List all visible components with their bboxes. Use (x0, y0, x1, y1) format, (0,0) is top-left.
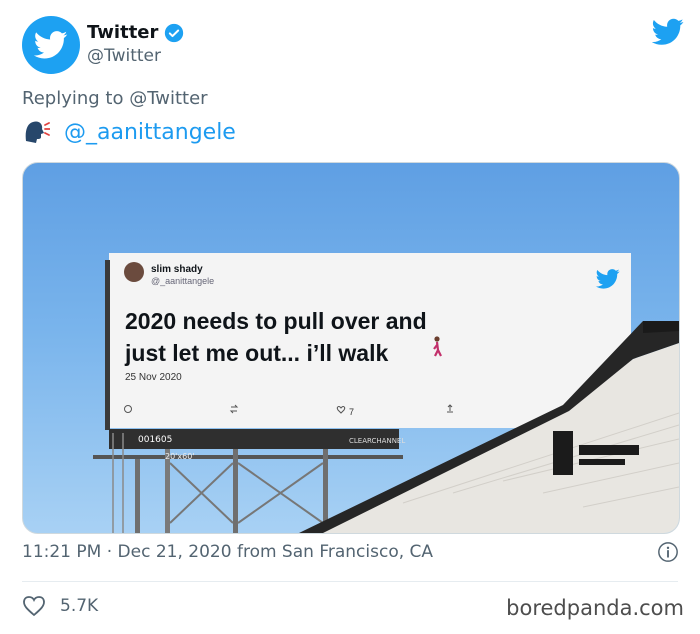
tweet-time: 11:21 PM (22, 542, 102, 562)
billboard-line-1: 2020 needs to pull over and (125, 308, 427, 334)
tweet-header: Twitter @Twitter (22, 16, 684, 76)
twitter-bird-icon (34, 31, 68, 59)
mention-link[interactable]: @_aanittangele (64, 120, 236, 145)
heart-icon (23, 596, 45, 617)
avatar[interactable] (22, 16, 80, 74)
info-icon[interactable] (657, 541, 679, 563)
billboard-avatar-icon (124, 262, 144, 282)
billboard-line-2: just let me out... i’ll walk (125, 340, 389, 366)
billboard-text: 2020 needs to pull over and just let me … (125, 305, 525, 369)
tweet-timestamp[interactable]: 11:21 PM · Dec 21, 2020 from San Francis… (22, 542, 433, 562)
billboard-like-count: 7 (349, 407, 355, 417)
meta-separator: · (106, 542, 113, 562)
like-count: 5.7K (60, 596, 99, 616)
speaking-head-icon (25, 121, 50, 143)
like-button[interactable]: 5.7K (22, 595, 98, 617)
tweet-date: Dec 21, 2020 (117, 542, 232, 562)
verified-badge-icon (165, 23, 184, 42)
replying-handle[interactable]: @Twitter (129, 88, 207, 109)
tweet-source: from San Francisco, CA (236, 542, 434, 562)
billboard-plate-number: 001605 (138, 435, 173, 445)
watermark: boredpanda.com (506, 596, 684, 620)
twitter-logo-icon[interactable] (652, 18, 684, 46)
billboard-date: 25 Nov 2020 (125, 372, 182, 383)
billboard-handle: @_aanittangele (151, 276, 215, 286)
tweet-photo[interactable]: slim shady @_aanittangele 2020 needs to … (22, 162, 680, 534)
display-name[interactable]: Twitter (87, 22, 158, 43)
divider (22, 581, 678, 582)
author-names: Twitter @Twitter (87, 22, 184, 66)
billboard-plate-size: 20'x60' (165, 452, 195, 461)
tweet-text: @_aanittangele (22, 119, 236, 145)
billboard-plate-brand: CLEARCHANNEL (349, 437, 406, 445)
replying-prefix: Replying to (22, 88, 124, 109)
replying-to: Replying to @Twitter (22, 88, 208, 109)
billboard-name: slim shady (151, 264, 203, 275)
author-handle[interactable]: @Twitter (87, 46, 184, 66)
